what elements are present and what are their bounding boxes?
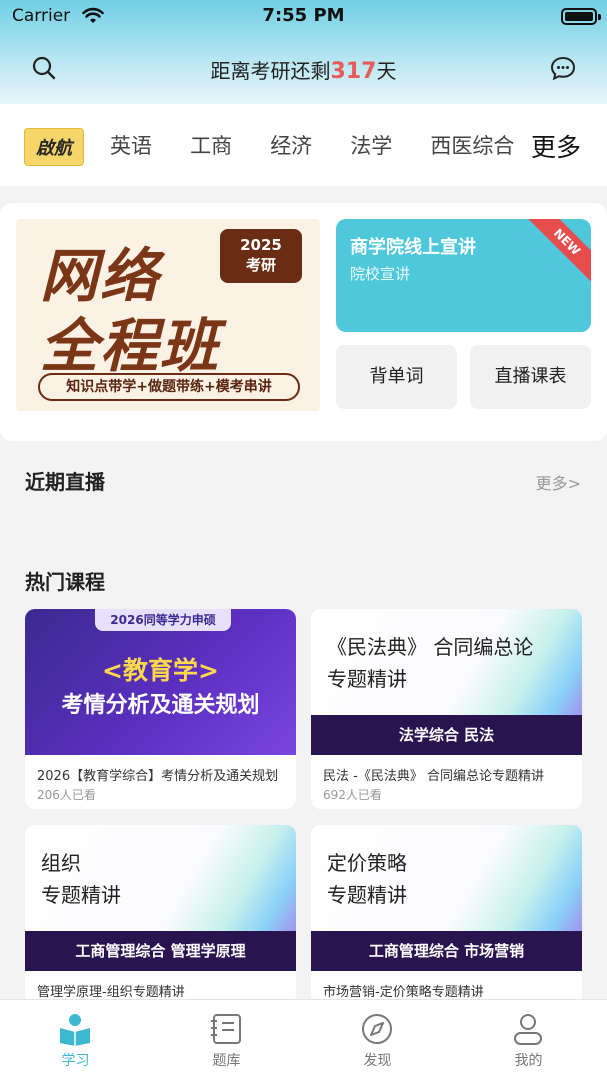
study-icon xyxy=(60,1014,90,1046)
cover-line1: 《民法典》 合同编总论 xyxy=(327,635,534,659)
category-list: 英语 工商 经济 法学 西医综合 xyxy=(110,130,518,164)
status-bar: Carrier 7:55 PM xyxy=(0,0,607,34)
lecture-subtitle: 院校宣讲 xyxy=(350,265,411,283)
new-badge: NEW xyxy=(523,219,591,286)
tab-bar: 学习 题库 发现 我的 xyxy=(0,999,607,1080)
top-header: Carrier 7:55 PM 距离考研还剩317天 xyxy=(0,0,607,104)
cover-subject: <教育学> xyxy=(102,656,219,685)
course-card[interactable]: 组织 专题精讲 工商管理综合 管理学原理 管理学原理-组织专题精讲 xyxy=(25,825,296,1005)
live-schedule-button[interactable]: 直播课表 xyxy=(470,345,591,409)
tab-study[interactable]: 学习 xyxy=(0,1000,151,1080)
category-english[interactable]: 英语 xyxy=(110,130,152,160)
course-views: 692人已看 xyxy=(323,788,382,802)
message-icon[interactable] xyxy=(549,54,577,82)
recent-live-heading: 近期直播 xyxy=(25,470,105,494)
tab-label: 发现 xyxy=(363,1053,392,1069)
question-bank-icon xyxy=(211,1014,241,1044)
course-cover: 《民法典》 合同编总论 专题精讲 法学综合 民法 xyxy=(311,609,582,755)
category-western-medicine[interactable]: 西医综合 xyxy=(430,130,514,160)
vocab-button[interactable]: 背单词 xyxy=(336,345,457,409)
nav-bar: 距离考研还剩317天 xyxy=(0,50,607,86)
tab-profile[interactable]: 我的 xyxy=(453,1000,604,1080)
course-card[interactable]: 《民法典》 合同编总论 专题精讲 法学综合 民法 民法 -《民法典》 合同编总论… xyxy=(311,609,582,809)
cover-subject-bar: 法学综合 民法 xyxy=(311,715,582,755)
promo-subtitle: 知识点带学+做题带练+模考串讲 xyxy=(38,373,300,401)
countdown-suffix: 天 xyxy=(376,59,397,83)
course-cover: 2026同等学力申硕 <教育学> 考情分析及通关规划 xyxy=(25,609,296,755)
course-title: 民法 -《民法典》 合同编总论专题精讲 xyxy=(323,769,544,784)
category-bar: 啟航 英语 工商 经济 法学 西医综合 更多 xyxy=(0,104,607,186)
cover-subject-bar: 工商管理综合 市场营销 xyxy=(311,931,582,971)
course-cover: 定价策略 专题精讲 工商管理综合 市场营销 xyxy=(311,825,582,971)
cover-line1: 组织 xyxy=(41,851,81,875)
category-law[interactable]: 法学 xyxy=(350,130,392,160)
course-cover: 组织 专题精讲 工商管理综合 管理学原理 xyxy=(25,825,296,971)
course-title: 2026【教育学综合】考情分析及通关规划 xyxy=(37,769,279,784)
recent-live-more-link[interactable]: 更多> xyxy=(536,470,581,494)
tab-label: 题库 xyxy=(212,1053,241,1069)
battery-icon xyxy=(561,8,601,25)
cover-tag: 2026同等学力申硕 xyxy=(95,609,231,631)
cover-subject-bar: 工商管理综合 管理学原理 xyxy=(25,931,296,971)
promo-title-line2: 全程班 xyxy=(40,312,221,380)
countdown-prefix: 距离考研还剩 xyxy=(210,59,331,83)
lecture-card[interactable]: 商学院线上宣讲 院校宣讲 NEW xyxy=(336,219,591,332)
cover-line1: 定价策略 xyxy=(327,851,407,875)
more-categories-button[interactable]: 更多 xyxy=(531,128,581,164)
category-economics[interactable]: 经济 xyxy=(270,130,312,160)
exam-countdown: 距离考研还剩317天 xyxy=(0,55,607,84)
hot-courses-heading: 热门课程 xyxy=(25,570,105,594)
cover-line2: 专题精讲 xyxy=(327,883,407,907)
course-views: 206人已看 xyxy=(37,788,96,802)
promo-year: 2025 xyxy=(240,236,282,254)
cover-line2: 专题精讲 xyxy=(41,883,121,907)
tab-discover[interactable]: 发现 xyxy=(302,1000,453,1080)
promo-year-badge: 2025 考研 xyxy=(220,229,302,283)
course-card[interactable]: 定价策略 专题精讲 工商管理综合 市场营销 市场营销-定价策略专题精讲 xyxy=(311,825,582,1005)
cover-line2: 专题精讲 xyxy=(327,667,407,691)
lecture-title: 商学院线上宣讲 xyxy=(350,237,476,258)
countdown-days: 317 xyxy=(330,59,377,84)
course-title: 管理学原理-组织专题精讲 xyxy=(37,985,185,1000)
course-card[interactable]: 2026同等学力申硕 <教育学> 考情分析及通关规划 2026【教育学综合】考情… xyxy=(25,609,296,809)
promo-year-label: 考研 xyxy=(245,256,276,274)
profile-icon xyxy=(514,1014,542,1045)
course-title: 市场营销-定价策略专题精讲 xyxy=(323,985,484,1000)
banner-card: 网络 2025 考研 全程班 知识点带学+做题带练+模考串讲 商学院线上宣讲 院… xyxy=(0,203,607,441)
tab-label: 我的 xyxy=(514,1053,543,1069)
promo-banner[interactable]: 网络 2025 考研 全程班 知识点带学+做题带练+模考串讲 xyxy=(16,219,320,411)
compass-icon xyxy=(362,1014,392,1044)
tab-question-bank[interactable]: 题库 xyxy=(151,1000,302,1080)
clock: 7:55 PM xyxy=(262,5,345,26)
brand-logo[interactable]: 啟航 xyxy=(24,128,84,166)
category-business[interactable]: 工商 xyxy=(190,130,232,160)
cover-topic: 考情分析及通关规划 xyxy=(61,693,260,718)
tab-label: 学习 xyxy=(61,1053,90,1069)
